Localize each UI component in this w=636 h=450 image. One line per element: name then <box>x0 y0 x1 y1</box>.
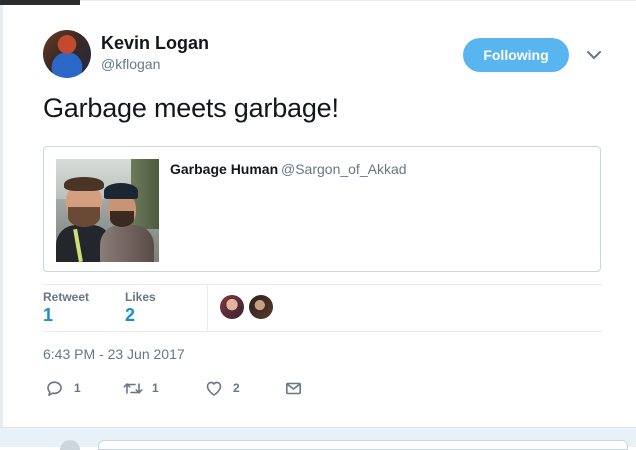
like-button[interactable]: 2 <box>205 378 240 398</box>
likes-count[interactable]: 2 <box>125 305 135 326</box>
direct-message-button[interactable] <box>285 378 302 398</box>
quoted-tweet-card[interactable]: Garbage Human @Sargon_of_Akkad <box>43 146 601 272</box>
tweet-timestamp[interactable]: 6:43 PM - 23 Jun 2017 <box>43 346 185 362</box>
user-avatar <box>60 440 80 450</box>
like-count: 2 <box>233 381 240 395</box>
author-handle[interactable]: @kflogan <box>101 56 160 72</box>
author-display-name[interactable]: Kevin Logan <box>101 33 209 54</box>
quoted-tweet-display-name: Garbage Human <box>170 161 279 177</box>
reply-input[interactable] <box>98 440 628 450</box>
retweets-count[interactable]: 1 <box>43 305 53 326</box>
retweet-icon <box>123 380 143 397</box>
retweets-label[interactable]: Retweet <box>43 290 89 304</box>
heart-icon <box>205 380 223 397</box>
reply-button[interactable]: 1 <box>46 378 81 398</box>
quoted-tweet-photo[interactable] <box>56 159 159 262</box>
tweet-text: Garbage meets garbage! <box>43 93 339 123</box>
liker-avatar[interactable] <box>220 295 244 319</box>
liker-avatar[interactable] <box>249 295 273 319</box>
mail-icon <box>285 380 302 397</box>
following-button[interactable]: Following <box>463 38 569 72</box>
likes-label[interactable]: Likes <box>125 290 156 304</box>
stats-bottom-divider <box>43 331 602 332</box>
reply-count: 1 <box>74 381 81 395</box>
author-avatar[interactable] <box>43 30 91 78</box>
left-edge-border <box>0 0 3 427</box>
stats-top-divider <box>43 284 602 285</box>
reply-composer-area <box>0 427 636 450</box>
quoted-tweet-handle: @Sargon_of_Akkad <box>281 161 407 177</box>
stats-separator <box>207 285 208 331</box>
retweet-count: 1 <box>152 381 159 395</box>
previous-content-edge <box>0 0 80 5</box>
chevron-down-icon[interactable] <box>585 48 603 62</box>
reply-icon <box>46 380 63 397</box>
top-divider <box>80 0 636 1</box>
retweet-button[interactable]: 1 <box>123 378 159 398</box>
